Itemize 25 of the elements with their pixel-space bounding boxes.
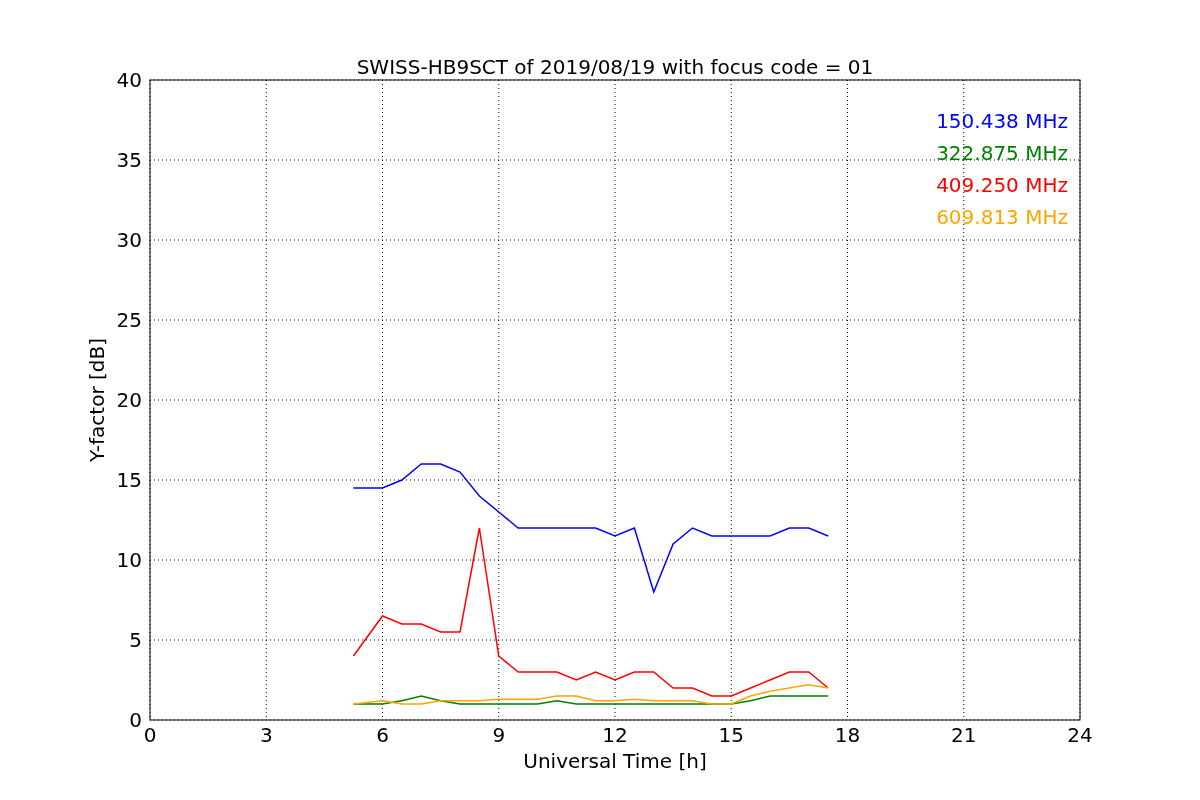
x-tick-label: 12 <box>602 723 628 747</box>
x-tick-label: 3 <box>259 723 273 747</box>
x-tick-label: 9 <box>492 723 506 747</box>
chart-title: SWISS-HB9SCT of 2019/08/19 with focus code = 01 <box>356 55 874 79</box>
x-tick-label: 15 <box>718 723 744 747</box>
x-tick-label: 0 <box>143 723 157 747</box>
y-axis-label: Y-factor [dB] <box>85 338 109 462</box>
legend-label: 409.250 MHz <box>936 173 1068 197</box>
y-tick-label: 30 <box>116 228 142 252</box>
y-tick-label: 40 <box>116 68 142 92</box>
y-tick-label: 35 <box>116 148 142 172</box>
y-tick-label: 5 <box>129 628 142 652</box>
legend-label: 609.813 MHz <box>936 205 1068 229</box>
legend-label: 150.438 MHz <box>936 109 1068 133</box>
y-tick-label: 10 <box>116 548 142 572</box>
x-tick-label: 21 <box>951 723 977 747</box>
x-tick-label: 6 <box>376 723 389 747</box>
y-tick-label: 25 <box>116 308 142 332</box>
y-tick-label: 20 <box>116 388 142 412</box>
y-tick-label: 0 <box>129 708 142 732</box>
legend-label: 322.875 MHz <box>936 141 1068 165</box>
y-tick-label: 15 <box>116 468 142 492</box>
x-tick-label: 18 <box>834 723 861 747</box>
x-axis-label: Universal Time [h] <box>523 749 707 773</box>
x-tick-label: 24 <box>1067 723 1093 747</box>
